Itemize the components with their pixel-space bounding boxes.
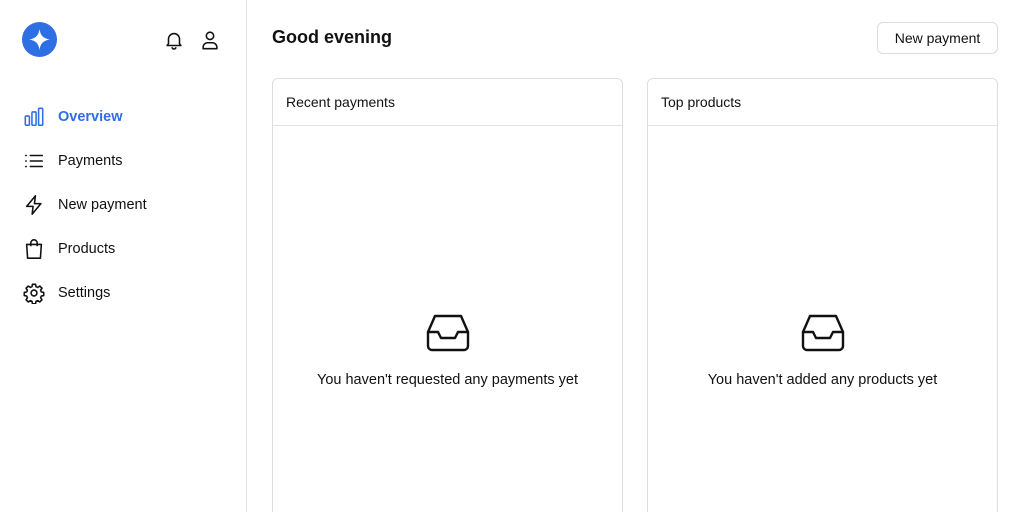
- empty-state: You haven't added any products yet: [648, 313, 997, 388]
- sidebar-item-new-payment[interactable]: New payment: [0, 183, 246, 227]
- top-products-card: Top products You haven't added any produ…: [647, 78, 998, 512]
- shopping-bag-icon: [22, 237, 46, 261]
- recent-payments-card: Recent payments You haven't requested an…: [272, 78, 623, 512]
- empty-state: You haven't requested any payments yet: [273, 313, 622, 388]
- page-title: Good evening: [272, 27, 393, 47]
- inbox-icon: [426, 313, 470, 353]
- sidebar-item-label: Settings: [58, 285, 111, 301]
- sidebar-item-products[interactable]: Products: [0, 227, 246, 271]
- gear-icon: [22, 281, 46, 305]
- sidebar: Overview Payments New payment Products S…: [0, 0, 247, 512]
- sidebar-nav: Overview Payments New payment Products S…: [0, 95, 246, 315]
- app-root: Overview Payments New payment Products S…: [0, 0, 1022, 512]
- main-content: Good evening New payment Recent payments…: [248, 0, 1022, 512]
- sidebar-item-overview[interactable]: Overview: [0, 95, 246, 139]
- lightning-icon: [22, 193, 46, 217]
- empty-state-text: You haven't added any products yet: [707, 372, 938, 388]
- user-icon[interactable]: [198, 28, 222, 52]
- sidebar-item-label: Products: [58, 241, 116, 257]
- list-icon: [22, 149, 46, 173]
- bar-chart-icon: [22, 105, 46, 129]
- new-payment-button[interactable]: New payment: [877, 22, 998, 54]
- sidebar-item-settings[interactable]: Settings: [0, 271, 246, 315]
- bell-icon[interactable]: [162, 28, 186, 52]
- sidebar-item-label: Payments: [58, 153, 123, 169]
- card-title: Top products: [648, 79, 997, 126]
- logo-icon[interactable]: [22, 22, 57, 57]
- sidebar-item-label: Overview: [58, 109, 123, 125]
- sidebar-item-payments[interactable]: Payments: [0, 139, 246, 183]
- inbox-icon: [801, 313, 845, 353]
- card-title: Recent payments: [273, 79, 622, 126]
- empty-state-text: You haven't requested any payments yet: [317, 372, 578, 388]
- sidebar-item-label: New payment: [58, 197, 147, 213]
